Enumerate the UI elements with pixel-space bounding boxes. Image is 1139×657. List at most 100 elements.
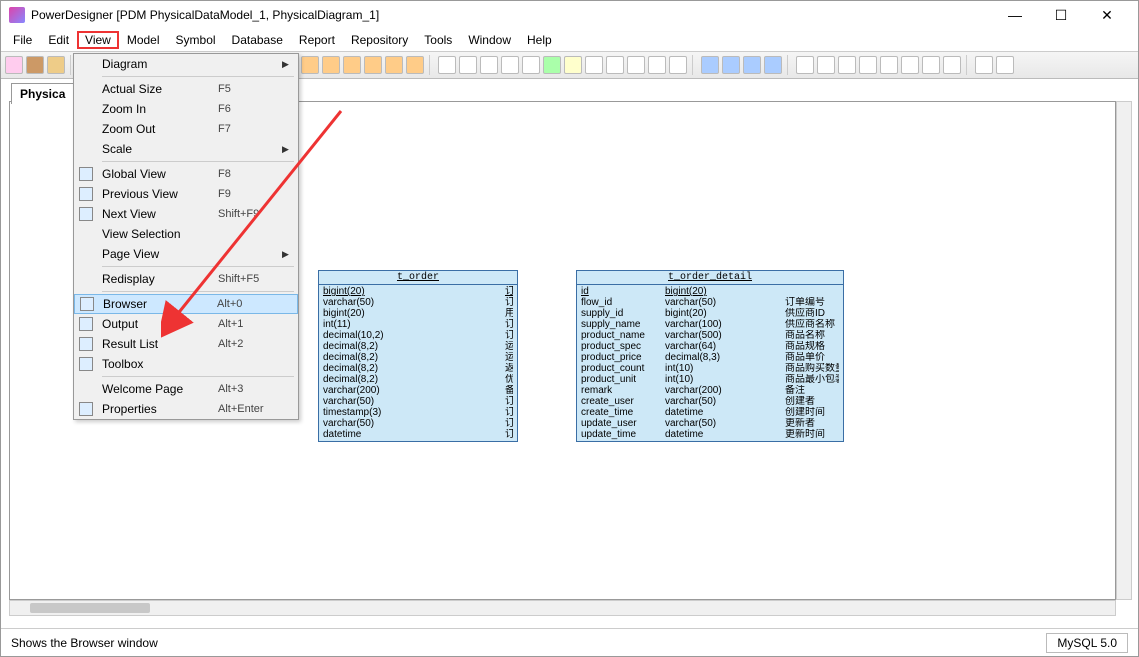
menu-item-toolbox[interactable]: Toolbox <box>74 354 298 374</box>
menu-label: Page View <box>98 247 218 261</box>
toolbar-button[interactable] <box>701 56 719 74</box>
blank-icon <box>74 140 98 158</box>
toolbar-button[interactable] <box>901 56 919 74</box>
minimize-button[interactable]: — <box>992 1 1038 29</box>
horizontal-scrollbar[interactable] <box>9 600 1116 616</box>
menu-label: View Selection <box>98 227 218 241</box>
menu-item-page-view[interactable]: Page View▶ <box>74 244 298 264</box>
menu-label: Actual Size <box>98 82 218 96</box>
toolbar-button[interactable] <box>606 56 624 74</box>
entity-t-order[interactable]: t_order bigint(20)订单ID主键varchar(50)订单流水编… <box>318 270 518 442</box>
entity-t-order-detail[interactable]: t_order_detail idbigint(20)flow_idvarcha… <box>576 270 844 442</box>
menu-item-next-view[interactable]: Next ViewShift+F9 <box>74 204 298 224</box>
toolbar-button[interactable] <box>480 56 498 74</box>
menu-help[interactable]: Help <box>519 31 560 49</box>
toolbar-button[interactable] <box>406 56 424 74</box>
menu-item-global-view[interactable]: Global ViewF8 <box>74 164 298 184</box>
menu-item-scale[interactable]: Scale▶ <box>74 139 298 159</box>
menu-database[interactable]: Database <box>224 31 291 49</box>
menu-item-previous-view[interactable]: Previous ViewF9 <box>74 184 298 204</box>
menu-label: Welcome Page <box>98 382 218 396</box>
toolbar-button[interactable] <box>5 56 23 74</box>
toolbar-button[interactable] <box>722 56 740 74</box>
menu-item-zoom-out[interactable]: Zoom OutF7 <box>74 119 298 139</box>
menu-view[interactable]: View <box>77 31 119 49</box>
menu-window[interactable]: Window <box>460 31 519 49</box>
column-row: product_pricedecimal(8,3)商品单价 <box>581 352 839 363</box>
browser-icon <box>75 295 99 313</box>
toolbar-button[interactable] <box>859 56 877 74</box>
toolbar-button[interactable] <box>943 56 961 74</box>
column-row: update_timedatetime更新时间 <box>581 429 839 440</box>
column-row: update_uservarchar(50)更新者 <box>581 418 839 429</box>
menu-item-welcome-page[interactable]: Welcome PageAlt+3 <box>74 379 298 399</box>
toolbar-button[interactable] <box>838 56 856 74</box>
menu-edit[interactable]: Edit <box>40 31 77 49</box>
menu-model[interactable]: Model <box>119 31 168 49</box>
toolbar-button[interactable] <box>459 56 477 74</box>
menu-tools[interactable]: Tools <box>416 31 460 49</box>
toolbar-button[interactable] <box>996 56 1014 74</box>
toolbar-button[interactable] <box>47 56 65 74</box>
menu-item-zoom-in[interactable]: Zoom InF6 <box>74 99 298 119</box>
scrollbar-thumb[interactable] <box>30 603 150 613</box>
toolbar-button[interactable] <box>385 56 403 74</box>
menu-shortcut: Shift+F5 <box>218 273 282 285</box>
menu-label: Redisplay <box>98 272 218 286</box>
toolbar-button[interactable] <box>438 56 456 74</box>
toolbox-icon <box>74 355 98 373</box>
menu-symbol[interactable]: Symbol <box>168 31 224 49</box>
menu-label: Diagram <box>98 57 218 71</box>
menu-item-properties[interactable]: PropertiesAlt+Enter <box>74 399 298 419</box>
menu-label: Zoom In <box>98 102 218 116</box>
column-row: flow_idvarchar(50)订单编号 <box>581 297 839 308</box>
menu-shortcut: Alt+0 <box>217 298 281 310</box>
menu-item-output[interactable]: OutputAlt+1 <box>74 314 298 334</box>
menu-item-result-list[interactable]: Result ListAlt+2 <box>74 334 298 354</box>
toolbar-button[interactable] <box>669 56 687 74</box>
props-icon <box>74 400 98 418</box>
toolbar-button[interactable] <box>364 56 382 74</box>
global-icon <box>74 165 98 183</box>
toolbar-button[interactable] <box>301 56 319 74</box>
menu-shortcut: F8 <box>218 168 282 180</box>
menu-item-browser[interactable]: BrowserAlt+0 <box>74 294 298 314</box>
blank-icon <box>74 245 98 263</box>
menu-repository[interactable]: Repository <box>343 31 416 49</box>
status-db: MySQL 5.0 <box>1046 633 1128 653</box>
toolbar-button[interactable] <box>764 56 782 74</box>
column-row: timestamp(3)订单创建时间 <box>323 407 513 418</box>
menu-shortcut: F5 <box>218 83 282 95</box>
toolbar-button[interactable] <box>743 56 761 74</box>
toolbar-button[interactable] <box>322 56 340 74</box>
tab-physical[interactable]: Physica <box>11 83 74 104</box>
menu-item-actual-size[interactable]: Actual SizeF5 <box>74 79 298 99</box>
vertical-scrollbar[interactable] <box>1116 101 1132 600</box>
menu-label: Browser <box>99 297 217 311</box>
menu-item-redisplay[interactable]: RedisplayShift+F5 <box>74 269 298 289</box>
toolbar-button[interactable] <box>501 56 519 74</box>
toolbar-button[interactable] <box>817 56 835 74</box>
blank-icon <box>74 120 98 138</box>
toolbar-button[interactable] <box>585 56 603 74</box>
blank-icon <box>74 80 98 98</box>
menu-item-view-selection[interactable]: View Selection <box>74 224 298 244</box>
toolbar-button[interactable] <box>26 56 44 74</box>
menu-file[interactable]: File <box>5 31 40 49</box>
toolbar-button[interactable] <box>543 56 561 74</box>
toolbar-button[interactable] <box>522 56 540 74</box>
toolbar-button[interactable] <box>880 56 898 74</box>
toolbar-button[interactable] <box>648 56 666 74</box>
menu-item-diagram[interactable]: Diagram▶ <box>74 54 298 74</box>
toolbar-button[interactable] <box>343 56 361 74</box>
menu-report[interactable]: Report <box>291 31 343 49</box>
toolbar-button[interactable] <box>796 56 814 74</box>
toolbar-button[interactable] <box>627 56 645 74</box>
close-button[interactable]: ✕ <box>1084 1 1130 29</box>
toolbar-button[interactable] <box>922 56 940 74</box>
app-icon <box>9 7 25 23</box>
entity-columns: idbigint(20)flow_idvarchar(50)订单编号supply… <box>577 285 843 441</box>
maximize-button[interactable]: ☐ <box>1038 1 1084 29</box>
toolbar-button[interactable] <box>975 56 993 74</box>
toolbar-button[interactable] <box>564 56 582 74</box>
